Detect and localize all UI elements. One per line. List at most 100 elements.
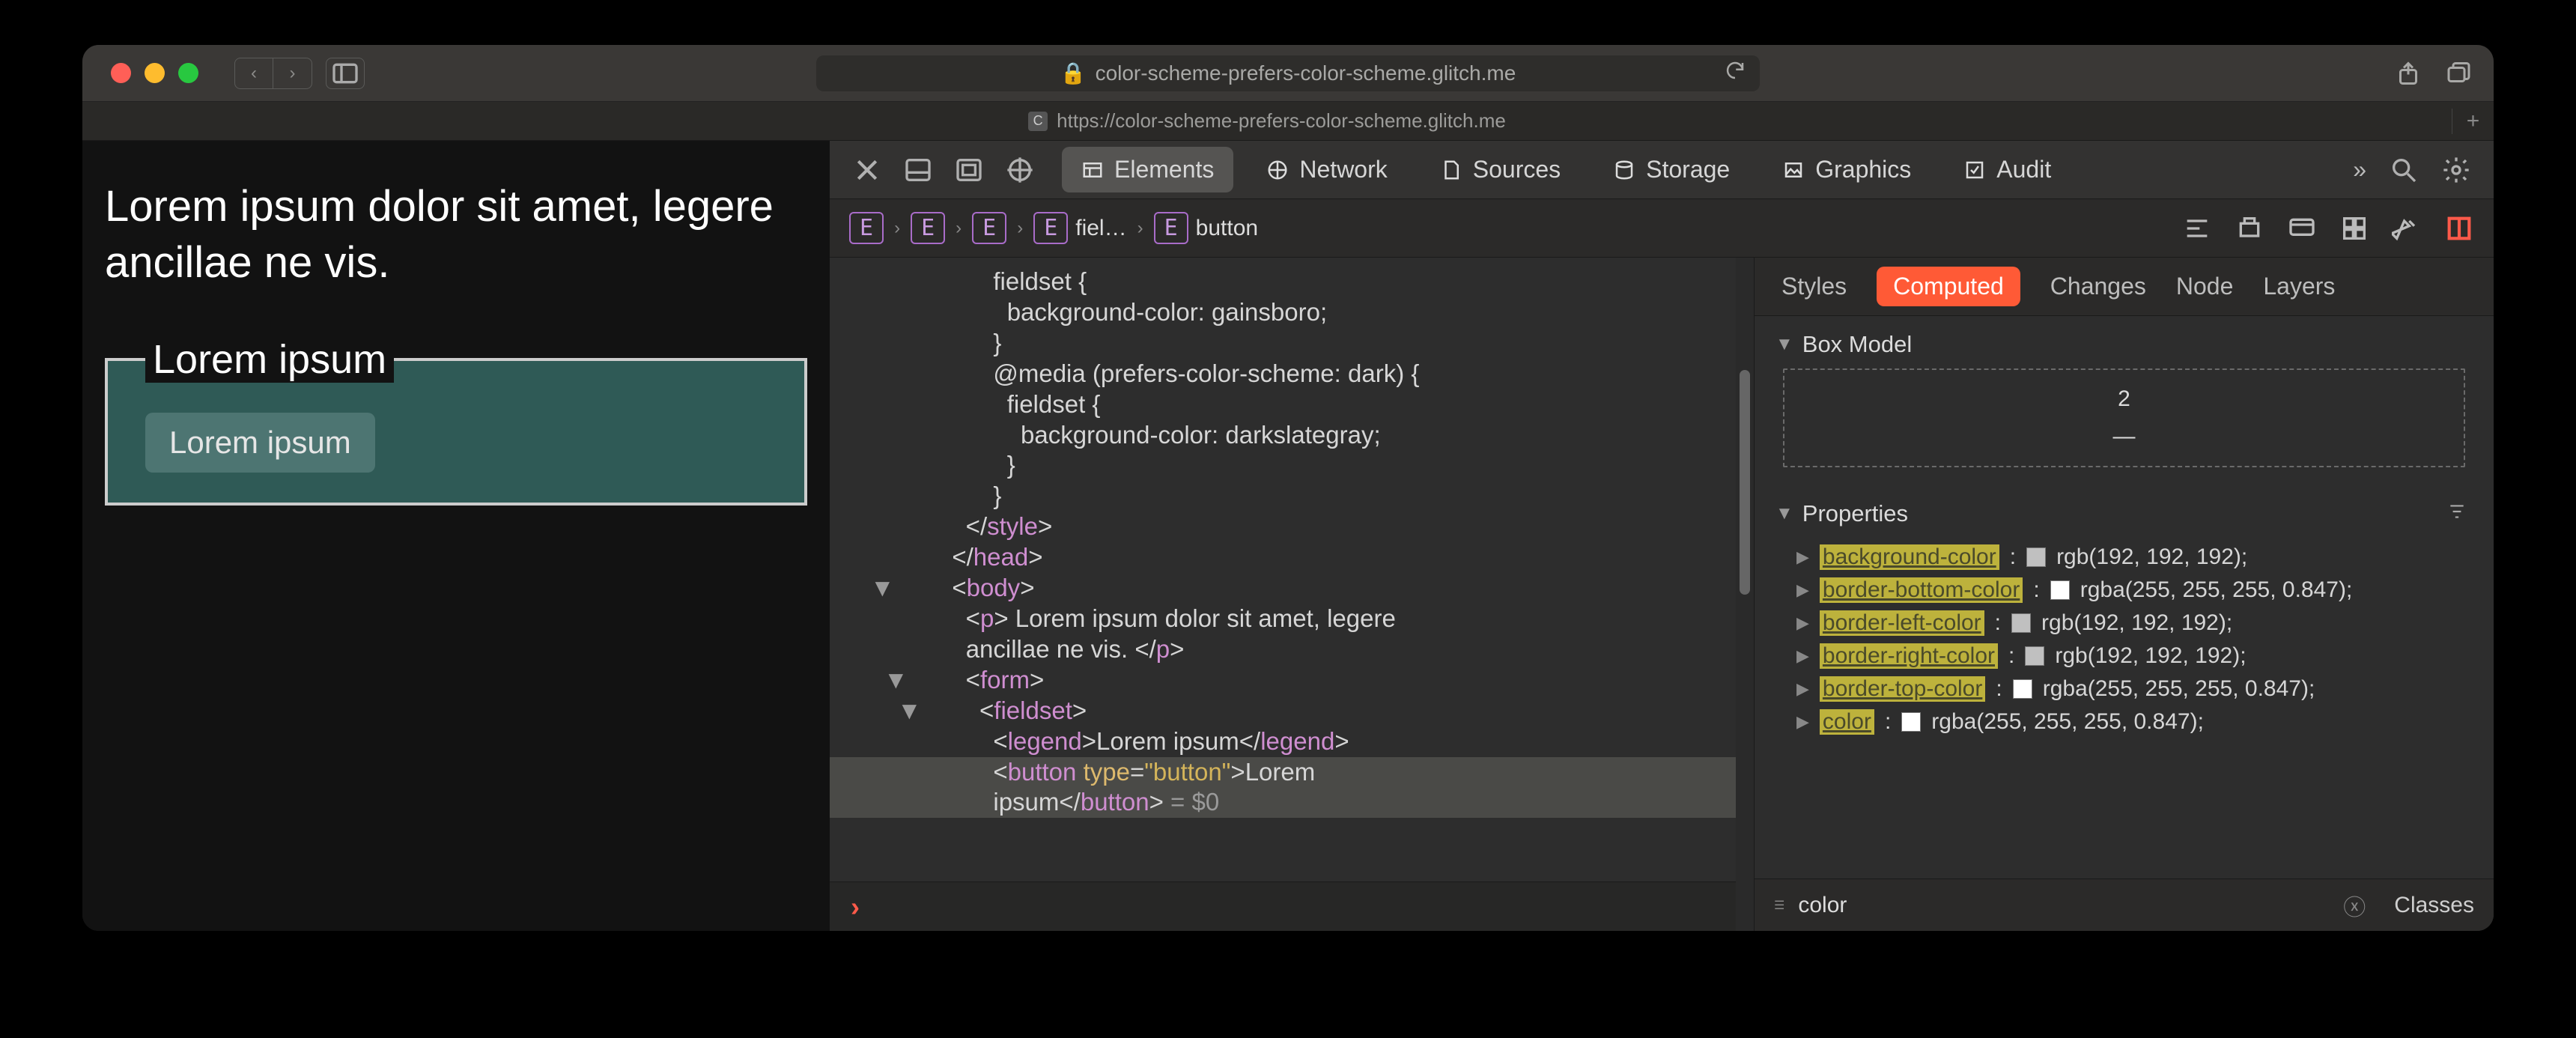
- paint-icon[interactable]: [2392, 213, 2422, 243]
- code-line[interactable]: }: [897, 328, 1721, 359]
- back-button[interactable]: ‹: [234, 58, 273, 89]
- code-line[interactable]: }: [897, 481, 1721, 512]
- styles-tab-computed[interactable]: Computed: [1877, 267, 2020, 306]
- styles-tabs: Styles Computed Changes Node Layers: [1755, 258, 2494, 316]
- devtools-tab-network[interactable]: Network: [1247, 147, 1406, 192]
- filter-icon[interactable]: [2447, 500, 2467, 527]
- styles-pane: Styles Computed Changes Node Layers ▼Box Mod…: [1754, 258, 2494, 931]
- code-line[interactable]: background-color: gainsboro;: [897, 297, 1721, 328]
- tabs-overflow-icon[interactable]: »: [2353, 156, 2366, 183]
- url-bar[interactable]: 🔒 color-scheme-prefers-color-scheme.glit…: [816, 55, 1760, 91]
- search-icon[interactable]: [2389, 155, 2419, 185]
- code-line[interactable]: background-color: darkslategray;: [897, 420, 1721, 451]
- code-line[interactable]: ipsum</button> = $0: [830, 787, 1736, 818]
- breadcrumb-item[interactable]: E: [911, 212, 945, 244]
- print-styles-icon[interactable]: [2235, 213, 2264, 243]
- page-legend: Lorem ipsum: [145, 336, 394, 383]
- dock-side-icon[interactable]: [954, 155, 984, 185]
- close-window[interactable]: [111, 63, 131, 83]
- format-icon[interactable]: [2182, 213, 2212, 243]
- devtools-tabbar: Elements Network Sources Storage Graphics Aud…: [830, 141, 2494, 199]
- devtools-tab-graphics[interactable]: Graphics: [1763, 147, 1931, 192]
- main-area: Lorem ipsum dolor sit amet, legere ancil…: [82, 141, 2494, 931]
- devtools: Elements Network Sources Storage Graphics Aud…: [830, 141, 2494, 931]
- filter-glyph-icon: ☰: [1774, 898, 1784, 913]
- devtools-body: fieldset { background-color: gainsboro; …: [830, 258, 2494, 931]
- dock-bottom-icon[interactable]: [903, 155, 933, 185]
- devtools-tab-sources[interactable]: Sources: [1421, 147, 1580, 192]
- code-line[interactable]: @media (prefers-color-scheme: dark) {: [897, 359, 1721, 389]
- code-line[interactable]: </style>: [897, 512, 1721, 542]
- properties-title: Properties: [1802, 500, 1908, 527]
- device-icon[interactable]: [2287, 213, 2317, 243]
- styles-tab-changes[interactable]: Changes: [2050, 273, 2146, 300]
- page-fieldset: Lorem ipsum Lorem ipsum: [105, 336, 807, 506]
- devtools-tab-audit[interactable]: Audit: [1944, 147, 2071, 192]
- classes-button[interactable]: Classes: [2394, 893, 2474, 918]
- settings-icon[interactable]: [2441, 155, 2471, 185]
- minimize-window[interactable]: [145, 63, 165, 83]
- devtools-tab-elements[interactable]: Elements: [1062, 147, 1233, 192]
- tabs-overview-icon[interactable]: [2444, 60, 2471, 87]
- reload-icon[interactable]: [1724, 59, 1746, 87]
- code-line[interactable]: <p> Lorem ipsum dolor sit amet, legere: [897, 604, 1721, 634]
- sidebar-toggle[interactable]: [326, 58, 365, 89]
- box-model-diagram[interactable]: 2 —: [1783, 368, 2465, 467]
- property-row[interactable]: ▶border-left-color: rgb(192, 192, 192);: [1796, 607, 2452, 640]
- url-text: color-scheme-prefers-color-scheme.glitch…: [1096, 61, 1516, 85]
- nav-arrows: ‹ ›: [234, 58, 312, 89]
- console-prompt[interactable]: ›: [830, 881, 1736, 931]
- clear-filter-icon[interactable]: ⓧ: [2343, 889, 2366, 922]
- code-line[interactable]: </head>: [897, 542, 1721, 573]
- tab-favicon: C: [1028, 112, 1048, 131]
- breadcrumb-item[interactable]: Ebutton: [1154, 212, 1258, 244]
- code-line[interactable]: <button type="button">Lorem: [830, 757, 1736, 788]
- elements-toolbar: E›E›E›Efiel…›Ebutton: [830, 199, 2494, 258]
- code-line[interactable]: fieldset {: [897, 389, 1721, 420]
- tab-bar: C https://color-scheme-prefers-color-sch…: [82, 102, 2494, 141]
- browser-tab[interactable]: C https://color-scheme-prefers-color-sch…: [82, 109, 2452, 133]
- breadcrumb-item[interactable]: Efiel…: [1033, 212, 1126, 244]
- code-line[interactable]: }: [897, 450, 1721, 481]
- new-tab-button[interactable]: +: [2452, 109, 2494, 134]
- page-button[interactable]: Lorem ipsum: [145, 413, 375, 473]
- elements-tree[interactable]: fieldset { background-color: gainsboro; …: [830, 258, 1736, 931]
- property-row[interactable]: ▶background-color: rgb(192, 192, 192);: [1796, 541, 2452, 574]
- filter-input[interactable]: [1798, 893, 2330, 918]
- inspect-icon[interactable]: [1005, 155, 1035, 185]
- breadcrumb-item[interactable]: E: [972, 212, 1006, 244]
- scrollbar[interactable]: [1736, 258, 1754, 931]
- page-form: Lorem ipsum Lorem ipsum: [105, 336, 807, 506]
- compositing-icon[interactable]: [2444, 213, 2474, 243]
- styles-tab-node[interactable]: Node: [2176, 273, 2234, 300]
- share-icon[interactable]: [2395, 60, 2422, 87]
- property-row[interactable]: ▶border-right-color: rgb(192, 192, 192);: [1796, 640, 2452, 673]
- forward-button[interactable]: ›: [273, 58, 312, 89]
- styles-tab-layers[interactable]: Layers: [2263, 273, 2335, 300]
- styles-tab-styles[interactable]: Styles: [1781, 273, 1847, 300]
- code-line[interactable]: fieldset {: [897, 267, 1721, 297]
- property-row[interactable]: ▶border-bottom-color: rgba(255, 255, 255…: [1796, 574, 2452, 607]
- code-line[interactable]: <legend>Lorem ipsum</legend>: [897, 726, 1721, 757]
- tab-title: https://color-scheme-prefers-color-schem…: [1057, 109, 1506, 133]
- lock-icon: 🔒: [1060, 61, 1087, 85]
- properties-section: ▼Properties ▶background-color: rgb(192, …: [1755, 485, 2494, 752]
- close-devtools-icon[interactable]: [852, 155, 882, 185]
- code-line[interactable]: ▼ <form>: [897, 665, 1721, 696]
- code-line[interactable]: ▼ <fieldset>: [897, 696, 1721, 726]
- filter-row: ☰ ⓧ Classes: [1755, 878, 2494, 931]
- titlebar-right: [2395, 60, 2471, 87]
- rendered-page: Lorem ipsum dolor sit amet, legere ancil…: [82, 141, 830, 931]
- code-line[interactable]: ancillae ne vis. </p>: [897, 634, 1721, 665]
- traffic-lights: [111, 63, 198, 83]
- devtools-tab-storage[interactable]: Storage: [1594, 147, 1749, 192]
- property-row[interactable]: ▶border-top-color: rgba(255, 255, 255, 0…: [1796, 673, 2452, 705]
- grid-icon[interactable]: [2339, 213, 2369, 243]
- property-row[interactable]: ▶color: rgba(255, 255, 255, 0.847);: [1796, 705, 2452, 738]
- breadcrumb-item[interactable]: E: [849, 212, 884, 244]
- box-model-section: ▼Box Model 2 —: [1755, 316, 2494, 485]
- code-line[interactable]: ▼ <body>: [897, 573, 1721, 604]
- titlebar: ‹ › 🔒 color-scheme-prefers-color-scheme.…: [82, 45, 2494, 102]
- box-model-title: Box Model: [1802, 331, 1912, 358]
- maximize-window[interactable]: [178, 63, 198, 83]
